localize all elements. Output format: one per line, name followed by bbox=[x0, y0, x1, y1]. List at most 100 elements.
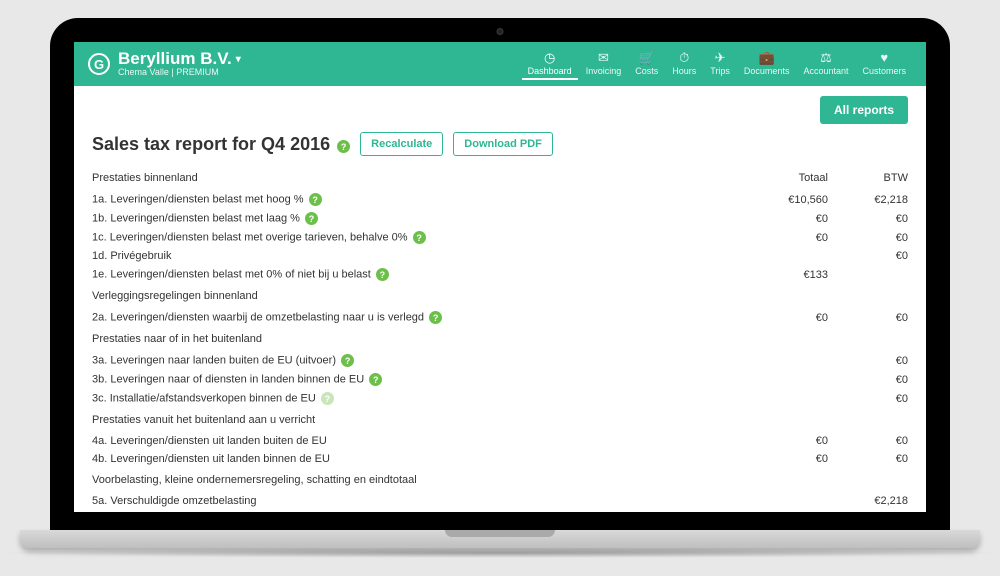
col-btw-header: BTW bbox=[828, 172, 908, 184]
all-reports-button[interactable]: All reports bbox=[820, 96, 908, 124]
section-heading-label: Verleggingsregelingen binnenland bbox=[92, 287, 748, 305]
row-btw: €0 bbox=[828, 453, 908, 465]
table-row: 4b. Leveringen/diensten uit landen binne… bbox=[92, 450, 908, 468]
row-btw: €0 bbox=[828, 232, 908, 244]
nav-label: Invoicing bbox=[586, 66, 622, 76]
row-btw: €0 bbox=[828, 312, 908, 324]
row-label: 3b. Leveringen naar of diensten in lande… bbox=[92, 373, 748, 386]
nav-item-documents[interactable]: 💼Documents bbox=[738, 48, 796, 80]
row-btw: €0 bbox=[828, 213, 908, 225]
section-heading: Verleggingsregelingen binnenland bbox=[92, 284, 908, 308]
invoicing-icon: ✉ bbox=[598, 50, 609, 66]
help-icon[interactable]: ? bbox=[429, 311, 442, 324]
nav-item-customers[interactable]: ♥Customers bbox=[856, 48, 912, 80]
help-icon[interactable]: ? bbox=[413, 231, 426, 244]
nav-item-accountant[interactable]: ⚖Accountant bbox=[797, 48, 854, 80]
row-label: 3c. Installatie/afstandsverkopen binnen … bbox=[92, 392, 748, 405]
row-total: €10,560 bbox=[748, 194, 828, 206]
customers-icon: ♥ bbox=[880, 50, 888, 66]
row-label: 1a. Leveringen/diensten belast met hoog … bbox=[92, 193, 748, 206]
row-label: 4b. Leveringen/diensten uit landen binne… bbox=[92, 453, 748, 465]
section-heading: Prestaties vanuit het buitenland aan u v… bbox=[92, 408, 908, 432]
row-total: €0 bbox=[748, 232, 828, 244]
col-total-header: Totaal bbox=[748, 172, 828, 184]
row-btw: €2,218 bbox=[828, 495, 908, 507]
laptop-frame: G Beryllium B.V. ▾ Chema Valle | PREMIUM… bbox=[50, 18, 950, 558]
row-btw: €0 bbox=[828, 393, 908, 405]
row-label: 1e. Leveringen/diensten belast met 0% of… bbox=[92, 268, 748, 281]
help-icon[interactable]: ? bbox=[376, 268, 389, 281]
table-row: 1a. Leveringen/diensten belast met hoog … bbox=[92, 190, 908, 209]
costs-icon: 🛒 bbox=[639, 50, 655, 66]
help-icon[interactable]: ? bbox=[341, 354, 354, 367]
nav-item-costs[interactable]: 🛒Costs bbox=[629, 48, 664, 80]
hours-icon: ⏱ bbox=[679, 50, 689, 66]
table-row: 3c. Installatie/afstandsverkopen binnen … bbox=[92, 389, 908, 408]
nav-label: Hours bbox=[672, 66, 696, 76]
table-row: 1e. Leveringen/diensten belast met 0% of… bbox=[92, 265, 908, 284]
content-area: All reports Sales tax report for Q4 2016… bbox=[74, 86, 926, 512]
section-heading: Voorbelasting, kleine ondernemersregelin… bbox=[92, 468, 908, 492]
row-btw: €0 bbox=[828, 250, 908, 262]
table-row: 1c. Leveringen/diensten belast met overi… bbox=[92, 228, 908, 247]
help-icon[interactable]: ? bbox=[321, 392, 334, 405]
nav-item-hours[interactable]: ⏱Hours bbox=[666, 48, 702, 80]
row-total: €0 bbox=[748, 435, 828, 447]
table-row: 1b. Leveringen/diensten belast met laag … bbox=[92, 209, 908, 228]
help-icon[interactable]: ? bbox=[369, 373, 382, 386]
laptop-shadow bbox=[0, 548, 1000, 558]
row-btw: €0 bbox=[828, 374, 908, 386]
company-switcher[interactable]: Beryllium B.V. ▾ Chema Valle | PREMIUM bbox=[118, 50, 241, 79]
row-label: 2a. Leveringen/diensten waarbij de omzet… bbox=[92, 311, 748, 324]
row-label: 1c. Leveringen/diensten belast met overi… bbox=[92, 231, 748, 244]
dashboard-icon: ◷ bbox=[544, 50, 555, 66]
row-total: €133 bbox=[748, 269, 828, 281]
nav-label: Documents bbox=[744, 66, 790, 76]
trips-icon: ✈ bbox=[715, 50, 726, 66]
table-row: 4a. Leveringen/diensten uit landen buite… bbox=[92, 432, 908, 450]
row-btw: €0 bbox=[828, 355, 908, 367]
download-pdf-button[interactable]: Download PDF bbox=[453, 132, 553, 156]
page-title-text: Sales tax report for Q4 2016 bbox=[92, 134, 330, 154]
nav-label: Costs bbox=[635, 66, 658, 76]
table-row: 1d. Privégebruik €0 bbox=[92, 247, 908, 265]
help-icon[interactable]: ? bbox=[309, 193, 322, 206]
section-heading: Prestaties naar of in het buitenland bbox=[92, 327, 908, 351]
title-row: Sales tax report for Q4 2016 ? Recalcula… bbox=[92, 132, 908, 156]
company-name-text: Beryllium B.V. bbox=[118, 50, 232, 69]
row-total: €0 bbox=[748, 312, 828, 324]
help-icon[interactable]: ? bbox=[305, 212, 318, 225]
chevron-down-icon: ▾ bbox=[236, 54, 241, 65]
documents-icon: 💼 bbox=[759, 50, 775, 66]
laptop-base bbox=[20, 530, 980, 548]
page-title: Sales tax report for Q4 2016 ? bbox=[92, 134, 350, 155]
table-row: 5a. Verschuldigde omzetbelasting €2,218 bbox=[92, 492, 908, 510]
app-logo[interactable]: G bbox=[88, 53, 110, 75]
nav-label: Dashboard bbox=[528, 66, 572, 76]
topbar: All reports bbox=[92, 96, 908, 124]
row-btw: €0 bbox=[828, 435, 908, 447]
nav-item-dashboard[interactable]: ◷Dashboard bbox=[522, 48, 578, 80]
row-label: 1d. Privégebruik bbox=[92, 250, 748, 262]
section-heading-label: Prestaties binnenland bbox=[92, 169, 748, 187]
table-row: 3a. Leveringen naar landen buiten de EU … bbox=[92, 351, 908, 370]
row-total: €0 bbox=[748, 453, 828, 465]
nav-label: Trips bbox=[710, 66, 730, 76]
nav-item-invoicing[interactable]: ✉Invoicing bbox=[580, 48, 628, 80]
section-heading-label: Voorbelasting, kleine ondernemersregelin… bbox=[92, 471, 748, 489]
row-label: 3a. Leveringen naar landen buiten de EU … bbox=[92, 354, 748, 367]
report-table: Prestaties binnenlandTotaalBTW 1a. Leveri… bbox=[92, 166, 908, 512]
nav-item-trips[interactable]: ✈Trips bbox=[704, 48, 736, 80]
app-header: G Beryllium B.V. ▾ Chema Valle | PREMIUM… bbox=[74, 42, 926, 86]
camera-dot bbox=[497, 28, 504, 35]
row-label: 5a. Verschuldigde omzetbelasting bbox=[92, 495, 748, 507]
help-icon[interactable]: ? bbox=[337, 140, 350, 153]
row-label: 4a. Leveringen/diensten uit landen buite… bbox=[92, 435, 748, 447]
accountant-icon: ⚖ bbox=[820, 50, 832, 66]
company-subtitle: Chema Valle | PREMIUM bbox=[118, 68, 241, 78]
section-heading: Prestaties binnenlandTotaalBTW bbox=[92, 166, 908, 190]
section-heading-label: Prestaties vanuit het buitenland aan u v… bbox=[92, 411, 748, 429]
row-btw: €2,218 bbox=[828, 194, 908, 206]
nav-label: Customers bbox=[862, 66, 906, 76]
recalculate-button[interactable]: Recalculate bbox=[360, 132, 443, 156]
